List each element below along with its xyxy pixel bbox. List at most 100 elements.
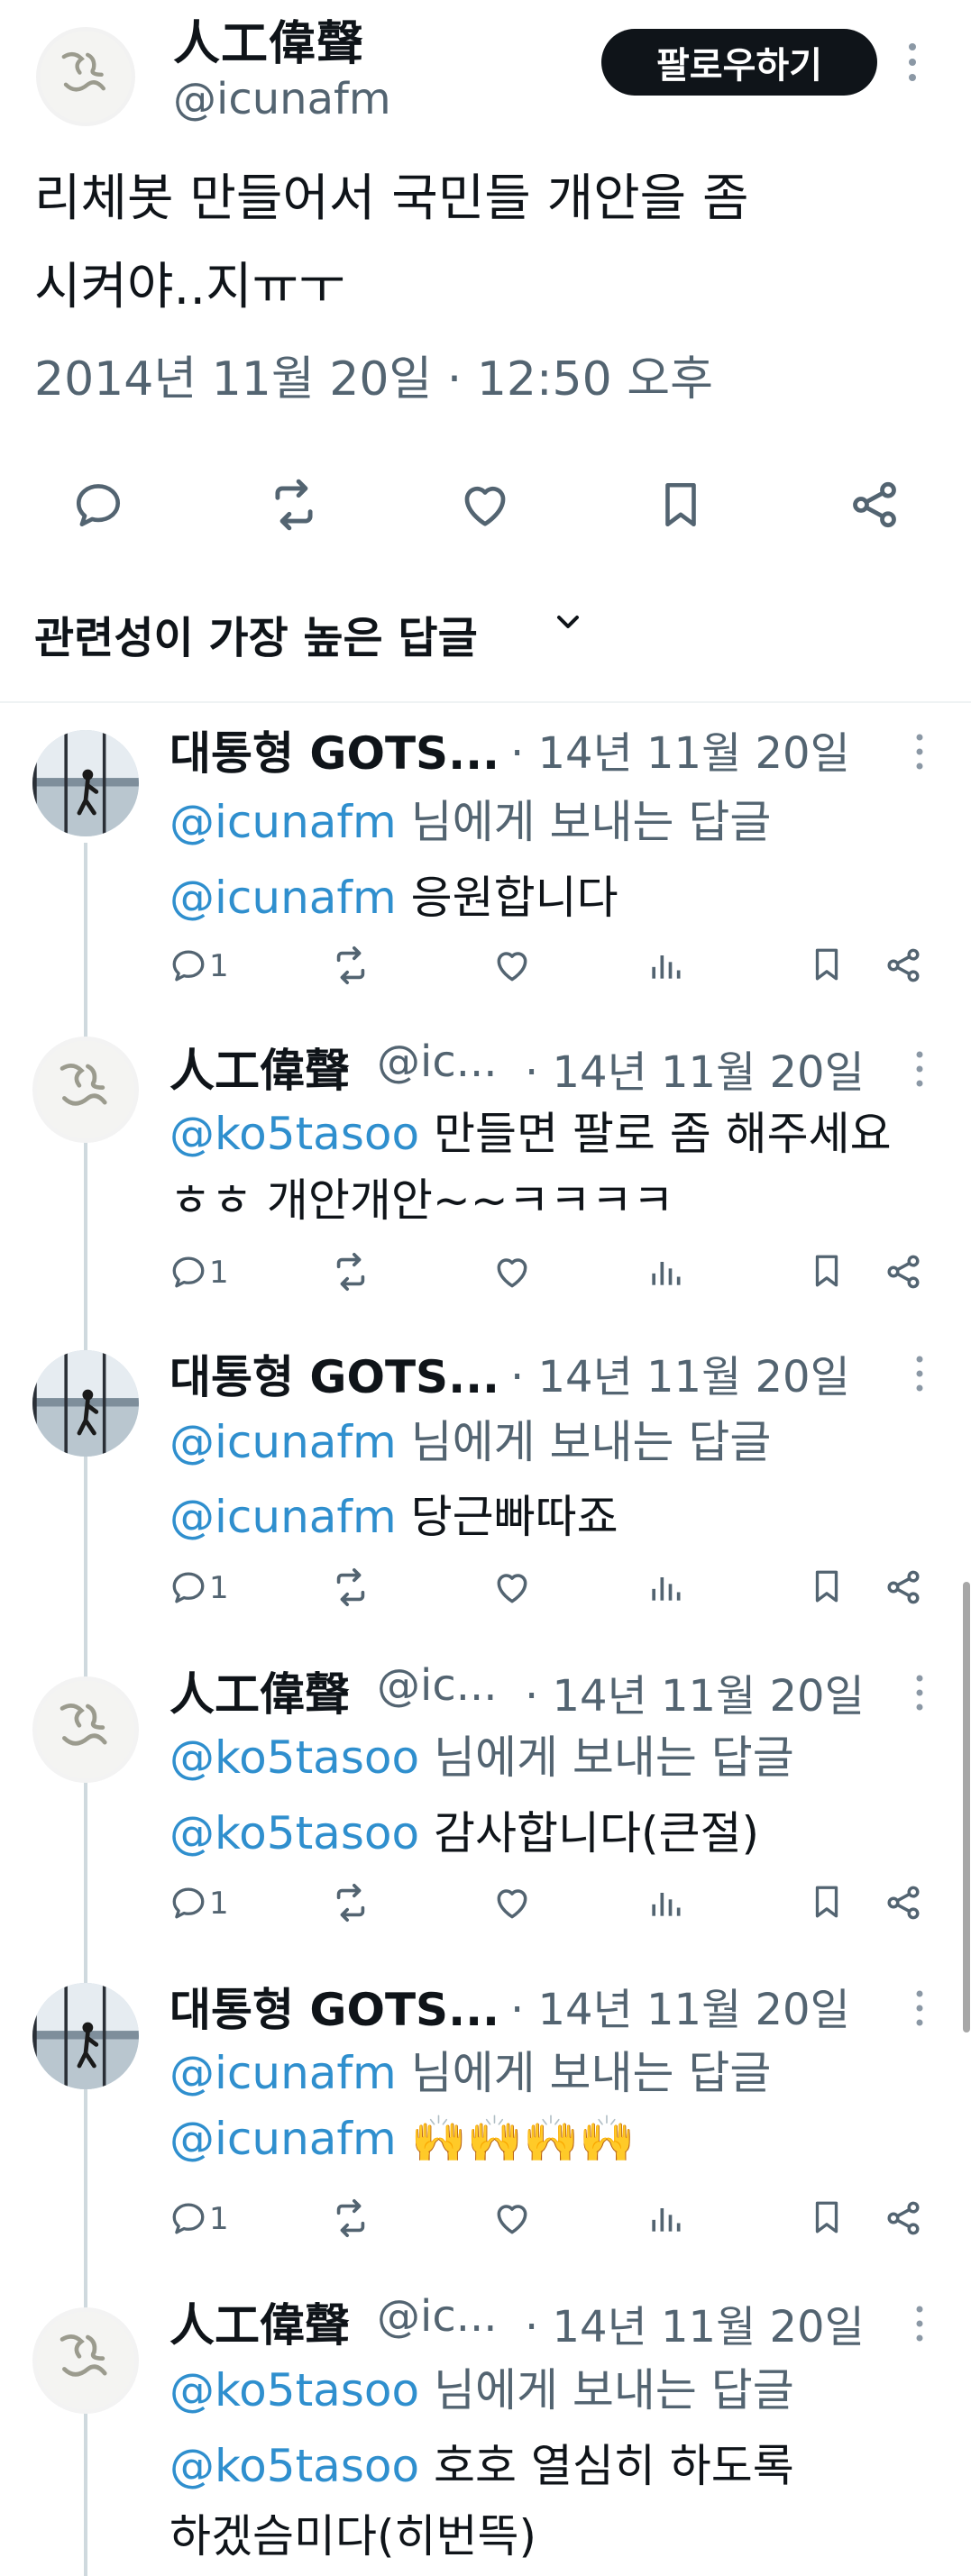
bookmark-icon[interactable] — [808, 1567, 846, 1609]
like-icon[interactable] — [492, 945, 532, 989]
follow-button[interactable]: 팔로우하기 — [601, 29, 877, 96]
author-handle[interactable]: @icunafm — [173, 74, 391, 124]
share-icon[interactable] — [884, 1252, 923, 1295]
more-icon[interactable] — [914, 732, 925, 775]
avatar[interactable] — [32, 1350, 139, 1457]
views-icon[interactable] — [646, 1567, 685, 1611]
reply-body: 당근빠따죠 — [396, 1491, 618, 1543]
avatar[interactable] — [32, 1037, 139, 1143]
reply-icon[interactable] — [169, 1884, 207, 1925]
share-icon[interactable] — [884, 1567, 923, 1611]
bookmark-icon[interactable] — [808, 2198, 846, 2240]
retweet-icon[interactable] — [330, 1567, 371, 1612]
views-icon[interactable] — [646, 945, 685, 989]
avatar[interactable] — [32, 730, 139, 836]
more-icon[interactable] — [914, 1673, 925, 1716]
like-icon[interactable] — [492, 1883, 532, 1926]
reply-body-line3: 하겠슴미다(히번뜩) — [169, 2510, 537, 2562]
like-icon[interactable] — [492, 2198, 532, 2242]
more-icon[interactable] — [914, 1354, 925, 1397]
bookmark-icon[interactable] — [808, 1883, 846, 1924]
reply-author-name[interactable]: 人工偉聲 — [169, 2289, 350, 2354]
reply-text: @ko5tasoo 호호 열심히 하도록 — [169, 2430, 794, 2495]
mention-link[interactable]: @ko5tasoo — [169, 1807, 419, 1859]
reply-body: 감사합니다(큰절) — [419, 1807, 759, 1859]
mention-link[interactable]: @icunafm — [169, 1491, 397, 1543]
reply-author-name[interactable]: 대통형 GOTS... — [169, 717, 499, 782]
author-display-name[interactable]: 人工偉聲 — [173, 5, 364, 73]
mention-link[interactable]: @icunafm — [169, 1416, 397, 1468]
reply-date[interactable]: · 14년 11월 20일 — [510, 1341, 850, 1404]
like-icon[interactable] — [492, 1567, 532, 1611]
author-avatar[interactable] — [36, 27, 135, 126]
reply-author-name[interactable]: 人工偉聲 — [169, 1035, 350, 1100]
chevron-down-icon[interactable] — [550, 604, 586, 640]
like-icon[interactable] — [453, 473, 517, 536]
share-icon[interactable] — [884, 1883, 923, 1926]
reply-author-handle[interactable]: @ic... — [377, 1660, 498, 1711]
more-icon[interactable] — [914, 1049, 925, 1092]
mention-link[interactable]: @icunafm — [169, 2047, 397, 2099]
reply-author-handle[interactable]: @ic... — [377, 1037, 498, 1087]
reply-author-handle[interactable]: @ic... — [377, 2291, 498, 2342]
bookmark-icon[interactable] — [808, 1252, 846, 1293]
reply-author-name[interactable]: 人工偉聲 — [169, 1658, 350, 1723]
reply-count: 1 — [209, 1570, 229, 1606]
like-icon[interactable] — [492, 1252, 532, 1295]
reply-action-bar: 1 — [169, 2190, 945, 2253]
bookmark-icon[interactable] — [808, 945, 846, 987]
reply-icon[interactable] — [169, 1253, 207, 1294]
retweet-icon[interactable] — [330, 1882, 371, 1927]
reply-context: @ko5tasoo 님에게 보내는 답글 — [169, 1722, 794, 1786]
more-icon[interactable] — [905, 40, 920, 88]
avatar[interactable] — [32, 1983, 139, 2089]
share-icon[interactable] — [884, 2198, 923, 2242]
reply-text: @icunafm 🙌🙌🙌🙌 — [169, 2113, 636, 2166]
tweet-text-line1: 리체봇 만들어서 국민들 개안을 좀 — [34, 169, 749, 228]
reply-body-line2: ㅎㅎ 개안개안~~ㅋㅋㅋㅋ — [169, 1174, 674, 1227]
reply-thread-screen: { "main_tweet": { "display_name": "人工偉聲"… — [0, 0, 971, 2576]
avatar[interactable] — [32, 1676, 139, 1783]
reply-date[interactable]: · 14년 11월 20일 — [525, 2291, 865, 2354]
reply-author-name[interactable]: 대통형 GOTS... — [169, 1974, 499, 2039]
reply-action-bar: 1 — [169, 1559, 945, 1622]
mention-link[interactable]: @ko5tasoo — [169, 2364, 419, 2416]
mention-link[interactable]: @ko5tasoo — [169, 1731, 419, 1784]
reply-author-name[interactable]: 대통형 GOTS... — [169, 1341, 499, 1406]
reply-context-text: 님에게 보내는 답글 — [419, 2364, 794, 2416]
retweet-icon[interactable] — [262, 473, 325, 536]
reply-icon[interactable] — [169, 1568, 207, 1610]
reply-context: @icunafm 님에게 보내는 답글 — [169, 2037, 771, 2102]
mention-link[interactable]: @ko5tasoo — [169, 1108, 419, 1160]
retweet-icon[interactable] — [330, 945, 371, 990]
retweet-icon[interactable] — [330, 1251, 371, 1296]
reply-icon[interactable] — [67, 473, 130, 536]
reply-text: @icunafm 응원합니다 — [169, 862, 618, 927]
reply-date[interactable]: · 14년 11월 20일 — [525, 1660, 865, 1723]
retweet-icon[interactable] — [330, 2197, 371, 2243]
mention-link[interactable]: @ko5tasoo — [169, 2440, 419, 2492]
reply-sort-label[interactable]: 관련성이 가장 높은 답글 — [34, 602, 478, 665]
share-icon[interactable] — [843, 473, 906, 536]
mention-link[interactable]: @icunafm — [169, 796, 397, 848]
reply-date[interactable]: · 14년 11월 20일 — [510, 1974, 850, 2037]
more-icon[interactable] — [914, 1988, 925, 2032]
tweet-timestamp[interactable]: 2014년 11월 20일 · 12:50 오후 — [34, 341, 713, 408]
avatar[interactable] — [32, 2307, 139, 2414]
bookmark-icon[interactable] — [649, 473, 712, 536]
reply-action-bar: 1 — [169, 937, 945, 1000]
views-icon[interactable] — [646, 2198, 685, 2242]
scrollbar[interactable] — [963, 1582, 970, 2032]
reply-icon[interactable] — [169, 946, 207, 988]
more-icon[interactable] — [914, 2304, 925, 2347]
reply-count: 1 — [209, 1886, 229, 1922]
reply-icon[interactable] — [169, 2199, 207, 2241]
reply-date[interactable]: · 14년 11월 20일 — [510, 717, 850, 781]
reply-context-text: 님에게 보내는 답글 — [396, 1416, 772, 1468]
mention-link[interactable]: @icunafm — [169, 872, 397, 924]
views-icon[interactable] — [646, 1883, 685, 1926]
share-icon[interactable] — [884, 945, 923, 989]
reply-date[interactable]: · 14년 11월 20일 — [525, 1037, 865, 1100]
mention-link[interactable]: @icunafm — [169, 2113, 397, 2165]
views-icon[interactable] — [646, 1252, 685, 1295]
